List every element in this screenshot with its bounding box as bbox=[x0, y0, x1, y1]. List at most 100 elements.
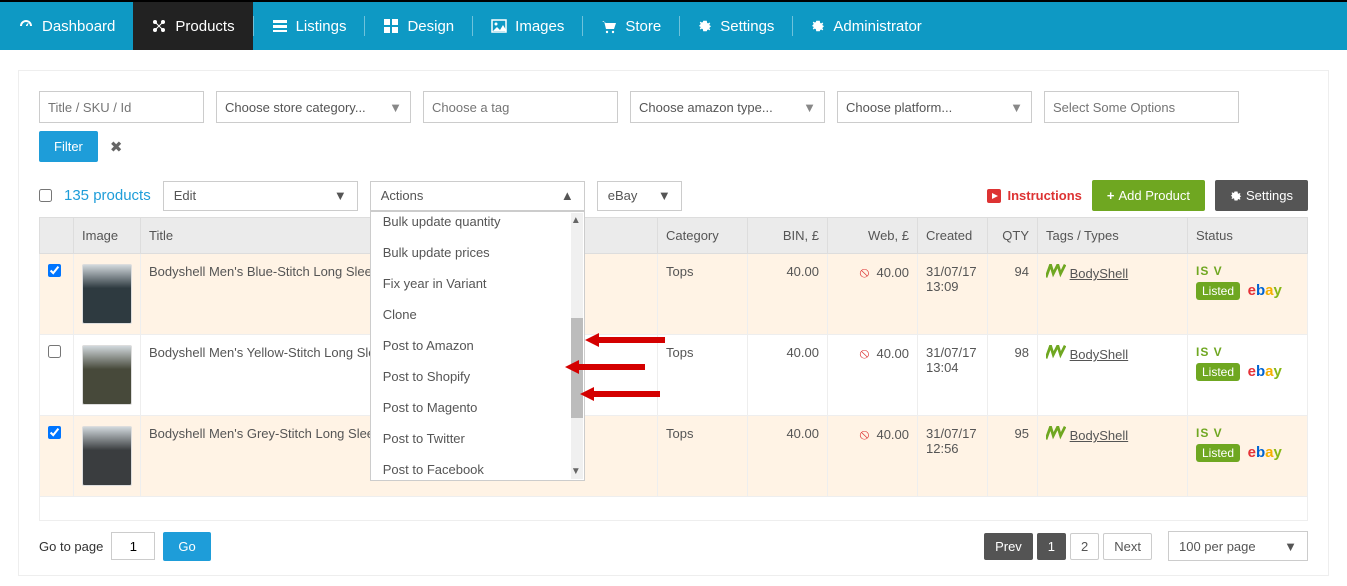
nav-products[interactable]: Products bbox=[133, 2, 252, 50]
tag-select[interactable] bbox=[423, 91, 618, 123]
instructions-link[interactable]: Instructions bbox=[987, 188, 1081, 203]
action-bulk-prices[interactable]: Bulk update prices bbox=[371, 237, 584, 268]
ebay-select[interactable]: eBay ▼ bbox=[597, 181, 682, 211]
row-status: IS V Listed ebay bbox=[1188, 416, 1308, 497]
row-checkbox[interactable] bbox=[48, 264, 61, 277]
listings-icon bbox=[272, 18, 288, 34]
play-icon bbox=[987, 189, 1001, 203]
action-fix-year[interactable]: Fix year in Variant bbox=[371, 268, 584, 299]
product-thumbnail[interactable] bbox=[82, 426, 132, 486]
row-checkbox[interactable] bbox=[48, 426, 61, 439]
ebay-icon: ebay bbox=[1248, 444, 1282, 461]
nav-listings[interactable]: Listings bbox=[254, 2, 365, 50]
products-table: Image Title Category BIN, £ Web, £ Creat… bbox=[39, 217, 1308, 497]
select-value: Choose amazon type... bbox=[639, 100, 773, 115]
row-checkbox[interactable] bbox=[48, 345, 61, 358]
search-input[interactable] bbox=[39, 91, 204, 123]
add-product-button[interactable]: + Add Product bbox=[1092, 180, 1205, 211]
tag-link[interactable]: BodyShell bbox=[1070, 428, 1129, 443]
product-thumbnail[interactable] bbox=[82, 264, 132, 324]
gear-icon bbox=[811, 19, 825, 33]
add-product-label: Add Product bbox=[1118, 188, 1190, 203]
chevron-down-icon: ▼ bbox=[389, 100, 402, 115]
nav-images[interactable]: Images bbox=[473, 2, 582, 50]
options-select[interactable] bbox=[1044, 91, 1239, 123]
nav-settings[interactable]: Settings bbox=[680, 2, 792, 50]
product-thumbnail[interactable] bbox=[82, 345, 132, 405]
dropdown-scrollbar[interactable]: ▲ ▼ bbox=[571, 213, 583, 479]
next-button[interactable]: Next bbox=[1103, 533, 1152, 560]
action-post-facebook[interactable]: Post to Facebook bbox=[371, 454, 584, 481]
row-category: Tops bbox=[658, 416, 748, 497]
filter-button[interactable]: Filter bbox=[39, 131, 98, 162]
tag-link[interactable]: BodyShell bbox=[1070, 266, 1129, 281]
clear-filters-icon[interactable]: ✖ bbox=[110, 138, 123, 156]
tag-field[interactable] bbox=[432, 100, 609, 115]
ebay-icon: ebay bbox=[1248, 282, 1282, 299]
row-category: Tops bbox=[658, 254, 748, 335]
prev-button[interactable]: Prev bbox=[984, 533, 1033, 560]
top-nav: Dashboard Products Listings Design Image… bbox=[0, 0, 1347, 50]
row-qty: 95 bbox=[988, 416, 1038, 497]
chevron-down-icon: ▼ bbox=[658, 188, 671, 203]
table-row[interactable]: Bodyshell Men's Yellow-Stitch Long Sleev… bbox=[40, 335, 1308, 416]
per-page-select[interactable]: 100 per page ▼ bbox=[1168, 531, 1308, 561]
nav-store[interactable]: Store bbox=[583, 2, 679, 50]
action-post-twitter[interactable]: Post to Twitter bbox=[371, 423, 584, 454]
action-clone[interactable]: Clone bbox=[371, 299, 584, 330]
nav-dashboard[interactable]: Dashboard bbox=[0, 2, 133, 50]
list-toolbar: 135 products Edit ▼ Actions ▲ Bulk updat… bbox=[39, 180, 1308, 211]
page-2-button[interactable]: 2 bbox=[1070, 533, 1099, 560]
listed-badge: Listed bbox=[1196, 282, 1240, 300]
nav-label: Design bbox=[407, 18, 454, 35]
tag-link[interactable]: BodyShell bbox=[1070, 347, 1129, 362]
images-icon bbox=[491, 18, 507, 34]
edit-select[interactable]: Edit ▼ bbox=[163, 181, 358, 211]
filter-bar: Choose store category... ▼ Choose amazon… bbox=[39, 91, 1308, 123]
row-created: 31/07/17 13:04 bbox=[918, 335, 988, 416]
go-button[interactable]: Go bbox=[163, 532, 210, 561]
page-content: Choose store category... ▼ Choose amazon… bbox=[18, 70, 1329, 576]
select-value: Choose platform... bbox=[846, 100, 952, 115]
search-field[interactable] bbox=[48, 100, 195, 115]
amazon-type-select[interactable]: Choose amazon type... ▼ bbox=[630, 91, 825, 123]
chevron-down-icon: ▼ bbox=[1284, 539, 1297, 554]
disabled-icon: ⦸ bbox=[859, 264, 869, 281]
select-value: Actions bbox=[381, 188, 424, 203]
row-bin: 40.00 bbox=[748, 416, 828, 497]
th-bin: BIN, £ bbox=[748, 218, 828, 254]
goto-label: Go to page bbox=[39, 539, 103, 554]
status-is-v: IS V bbox=[1196, 345, 1299, 359]
gear-icon bbox=[698, 19, 712, 33]
table-row[interactable]: Bodyshell Men's Blue-Stitch Long Sleeve … bbox=[40, 254, 1308, 335]
nav-design[interactable]: Design bbox=[365, 2, 472, 50]
action-post-magento[interactable]: Post to Magento bbox=[371, 392, 584, 423]
th-tags: Tags / Types bbox=[1038, 218, 1188, 254]
dashboard-icon bbox=[18, 18, 34, 34]
th-status: Status bbox=[1188, 218, 1308, 254]
goto-page-input[interactable] bbox=[111, 532, 155, 560]
row-web: ⦸ 40.00 bbox=[828, 335, 918, 416]
action-post-shopify[interactable]: Post to Shopify bbox=[371, 361, 584, 392]
settings-label: Settings bbox=[1246, 188, 1293, 203]
table-row[interactable]: Bodyshell Men's Grey-Stitch Long Sleeve … bbox=[40, 416, 1308, 497]
platform-select[interactable]: Choose platform... ▼ bbox=[837, 91, 1032, 123]
row-web: ⦸ 40.00 bbox=[828, 416, 918, 497]
action-post-amazon[interactable]: Post to Amazon bbox=[371, 330, 584, 361]
status-is-v: IS V bbox=[1196, 264, 1299, 278]
gear-icon bbox=[1230, 190, 1242, 202]
scroll-down-icon[interactable]: ▼ bbox=[571, 466, 581, 477]
settings-button[interactable]: Settings bbox=[1215, 180, 1308, 211]
options-field[interactable] bbox=[1053, 100, 1230, 115]
scroll-up-icon[interactable]: ▲ bbox=[571, 215, 581, 226]
nav-label: Dashboard bbox=[42, 18, 115, 35]
store-category-select[interactable]: Choose store category... ▼ bbox=[216, 91, 411, 123]
action-bulk-qty[interactable]: Bulk update quantity bbox=[371, 212, 584, 237]
actions-select[interactable]: Actions ▲ bbox=[370, 181, 585, 211]
design-icon bbox=[383, 18, 399, 34]
product-count[interactable]: 135 products bbox=[64, 187, 151, 204]
nav-administrator[interactable]: Administrator bbox=[793, 2, 939, 50]
page-1-button[interactable]: 1 bbox=[1037, 533, 1066, 560]
select-all-checkbox[interactable] bbox=[39, 189, 52, 202]
store-icon bbox=[601, 18, 617, 34]
